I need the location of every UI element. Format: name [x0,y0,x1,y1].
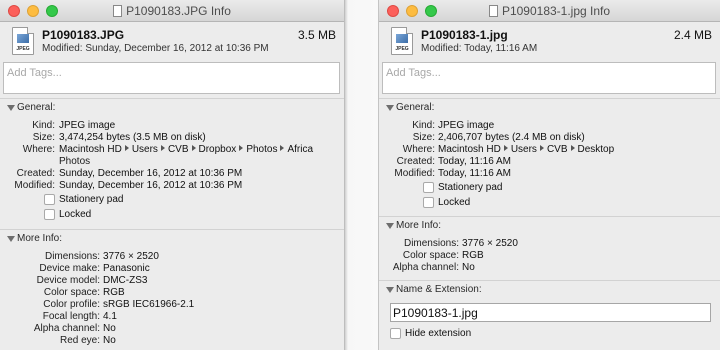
info-label: Red eye: [59,335,100,346]
info-label: Alpha channel: [392,262,459,273]
document-icon [113,5,123,17]
where-path: Macintosh HD Users CVB Dropbox Photos Africa [59,144,314,155]
size-label: Size: [32,132,55,143]
created-label: Created: [16,168,55,179]
info-value: Panasonic [103,263,150,274]
path-arrow-icon [539,145,544,151]
size-value: 2,406,707 bytes (2.4 MB on disk) [438,132,585,143]
section-title: More Info: [396,220,442,231]
info-label: Dimensions: [44,251,100,262]
window-title: P1090183-1.jpg Info [501,4,611,18]
where-label: Where: [402,144,435,155]
info-value: No [462,262,475,273]
path-arrow-icon [570,145,575,151]
file-name: P1090183.JPG [42,28,125,42]
jpeg-file-icon: JPEG [391,27,413,55]
name-field[interactable]: P1090183-1.jpg [390,303,711,322]
disclosure-triangle-icon [386,287,394,293]
path-arrow-icon [239,145,244,151]
where-path: Macintosh HD Users CVB Desktop [438,144,615,155]
path-arrow-icon [280,145,285,151]
name-extension-disclosure[interactable]: Name & Extension: [379,281,720,295]
tags-input[interactable]: Add Tags... [3,62,340,94]
info-label: Device model: [36,275,100,286]
file-name: P1090183-1.jpg [421,28,508,42]
window-title: P1090183.JPG Info [126,4,231,18]
info-label: Color space: [402,250,459,261]
created-value: Sunday, December 16, 2012 at 10:36 PM [59,168,243,179]
info-value: 3776 × 2520 [103,251,159,262]
modified-label: Modified: [14,180,55,191]
disclosure-triangle-icon [386,105,394,111]
modified-date: Modified: Sunday, December 16, 2012 at 1… [42,43,269,54]
section-title: Name & Extension: [396,284,482,295]
more-info-disclosure[interactable]: More Info: [0,230,344,244]
title-bar[interactable]: P1090183-1.jpg Info [379,0,720,22]
document-icon [488,5,498,17]
section-title: General: [396,102,435,113]
info-value: No [103,335,116,346]
path-arrow-icon [124,145,129,151]
tags-input[interactable]: Add Tags... [382,62,716,94]
title-bar[interactable]: P1090183.JPG Info [0,0,344,22]
window-gap [344,0,378,350]
info-window-right: P1090183-1.jpg Info JPEG P1090183-1.jpg … [378,0,720,350]
modified-date: Modified: Today, 11:16 AM [421,43,538,54]
info-value: 4.1 [103,311,117,322]
kind-value: JPEG image [59,120,116,131]
disclosure-triangle-icon [386,223,394,229]
file-size: 3.5 MB [297,28,336,42]
created-value: Today, 11:16 AM [438,156,512,167]
kind-label: Kind: [412,120,435,131]
file-header: JPEG P1090183.JPG 3.5 MB Modified: Sunda… [0,22,344,62]
kind-value: JPEG image [438,120,495,131]
info-value: No [103,323,116,334]
section-title: More Info: [17,233,63,244]
section-title: General: [17,102,56,113]
info-label: Alpha channel: [33,323,100,334]
info-value: 3776 × 2520 [462,238,518,249]
info-label: Focal length: [42,311,100,322]
info-label: Color profile: [43,299,100,310]
general-disclosure[interactable]: General: [379,99,720,113]
info-label: Dimensions: [403,238,459,249]
modified-label: Modified: [394,168,435,179]
disclosure-triangle-icon [7,236,15,242]
created-label: Created: [396,156,435,167]
more-info-disclosure[interactable]: More Info: [379,217,720,231]
path-arrow-icon [503,145,508,151]
file-header: JPEG P1090183-1.jpg 2.4 MB Modified: Tod… [379,22,720,62]
size-label: Size: [412,132,435,143]
jpeg-file-icon: JPEG [12,27,34,55]
where-label: Where: [22,144,55,155]
kind-label: Kind: [32,120,55,131]
modified-value: Today, 11:16 AM [438,168,512,179]
disclosure-triangle-icon [7,105,15,111]
where-path-wrap: Photos [59,156,91,167]
info-value: sRGB IEC61966-2.1 [103,299,195,310]
info-value: DMC-ZS3 [103,275,148,286]
info-label: Color space: [43,287,100,298]
path-arrow-icon [191,145,196,151]
path-arrow-icon [160,145,165,151]
size-value: 3,474,254 bytes (3.5 MB on disk) [59,132,206,143]
info-window-left: P1090183.JPG Info JPEG P1090183.JPG 3.5 … [0,0,344,350]
general-disclosure[interactable]: General: [0,99,344,113]
file-size: 2.4 MB [673,28,712,42]
info-value: RGB [103,287,125,298]
info-value: RGB [462,250,484,261]
info-label: Device make: [39,263,100,274]
modified-value: Sunday, December 16, 2012 at 10:36 PM [59,180,243,191]
